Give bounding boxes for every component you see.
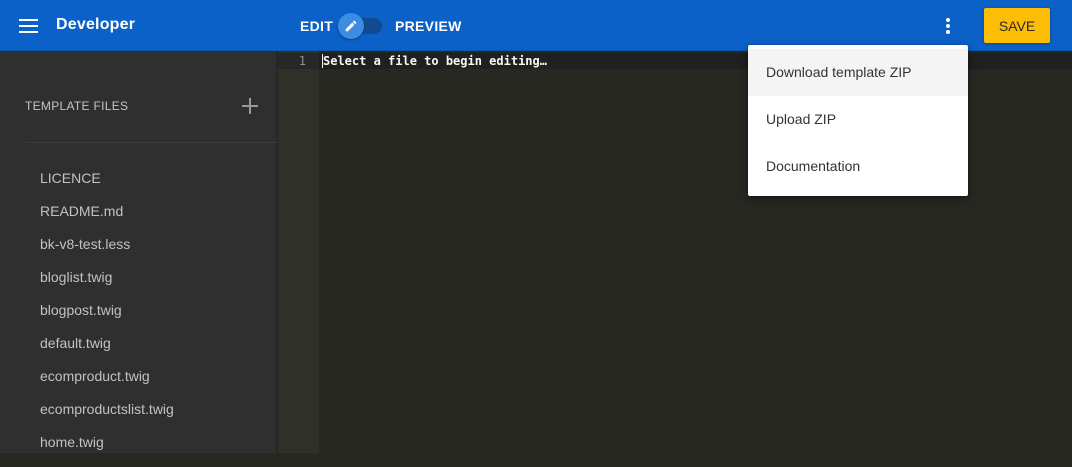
- editor-placeholder-text[interactable]: Select a file to begin editing…: [323, 53, 547, 69]
- file-item[interactable]: bloglist.twig: [40, 269, 174, 302]
- file-item[interactable]: README.md: [40, 203, 174, 236]
- file-item[interactable]: ecomproductslist.twig: [40, 401, 174, 434]
- template-files-header: TEMPLATE FILES: [25, 99, 129, 113]
- edit-preview-toggle[interactable]: [338, 13, 384, 39]
- mode-preview-label[interactable]: PREVIEW: [395, 18, 462, 34]
- file-item[interactable]: ecomproduct.twig: [40, 368, 174, 401]
- file-item[interactable]: home.twig: [40, 434, 174, 467]
- line-number: 1: [298, 54, 306, 68]
- app-header: Developer EDIT PREVIEW SAVE: [0, 0, 1072, 51]
- file-item[interactable]: default.twig: [40, 335, 174, 368]
- template-files-sidebar: TEMPLATE FILES LICENCE README.md bk-v8-t…: [0, 51, 277, 453]
- file-list: LICENCE README.md bk-v8-test.less blogli…: [40, 170, 174, 467]
- menu-item-download-template-zip[interactable]: Download template ZIP: [748, 49, 968, 96]
- plus-icon[interactable]: [239, 95, 261, 117]
- overflow-menu: Download template ZIP Upload ZIP Documen…: [748, 45, 968, 196]
- more-vertical-icon[interactable]: [936, 13, 960, 39]
- file-item[interactable]: bk-v8-test.less: [40, 236, 174, 269]
- editor-gutter: [278, 51, 319, 453]
- app-title: Developer: [56, 16, 136, 33]
- hamburger-menu-icon[interactable]: [16, 13, 42, 39]
- toggle-thumb: [338, 13, 364, 39]
- sidebar-divider: [25, 142, 277, 143]
- file-item[interactable]: blogpost.twig: [40, 302, 174, 335]
- file-item[interactable]: LICENCE: [40, 170, 174, 203]
- mode-edit-label[interactable]: EDIT: [300, 18, 333, 34]
- pencil-icon: [345, 20, 357, 32]
- menu-item-upload-zip[interactable]: Upload ZIP: [748, 96, 968, 143]
- save-button[interactable]: SAVE: [984, 8, 1050, 43]
- menu-item-documentation[interactable]: Documentation: [748, 143, 968, 190]
- text-cursor: [322, 54, 323, 68]
